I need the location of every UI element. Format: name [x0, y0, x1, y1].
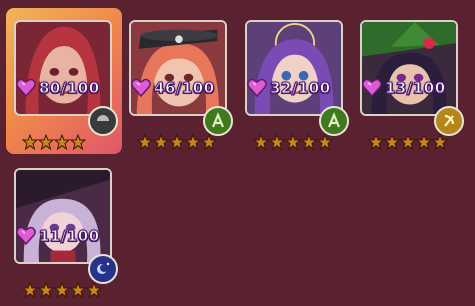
star-icon: [22, 282, 38, 298]
nature-class-icon: [203, 106, 233, 136]
star-icon: [38, 134, 54, 150]
heart-icon: [362, 78, 382, 98]
star-icon: [70, 282, 86, 298]
star-icon: [317, 134, 333, 150]
star-icon: [54, 282, 70, 298]
star-icon: [169, 134, 185, 150]
affection-meter: 80/100: [16, 77, 100, 99]
character-portrait: [360, 20, 458, 116]
portrait-art: [131, 22, 225, 114]
affection-value: 32/100: [270, 79, 331, 98]
portrait-art: [362, 22, 456, 114]
star-icon: [432, 134, 448, 150]
affection-meter: 46/100: [131, 77, 215, 99]
character-portrait: [245, 20, 343, 116]
star-rating: [253, 134, 333, 152]
star-icon: [368, 134, 384, 150]
affection-value: 46/100: [154, 79, 215, 98]
affection-value: 11/100: [39, 227, 100, 246]
portrait-art: [16, 170, 110, 262]
star-icon: [416, 134, 432, 150]
gold-class-icon: [434, 106, 464, 136]
star-icon: [38, 282, 54, 298]
affection-meter: 13/100: [362, 77, 446, 99]
star-icon: [301, 134, 317, 150]
portrait-art: [16, 22, 110, 114]
star-icon: [285, 134, 301, 150]
character-card[interactable]: 80/100: [6, 8, 124, 158]
star-rating: [137, 134, 217, 152]
star-icon: [201, 134, 217, 150]
character-card[interactable]: 13/100: [360, 10, 470, 158]
heart-icon: [247, 78, 267, 98]
star-icon: [185, 134, 201, 150]
character-portrait: [14, 168, 112, 264]
star-icon: [86, 282, 102, 298]
cosmic-class-icon: [88, 254, 118, 284]
character-card[interactable]: 32/100: [245, 10, 355, 158]
star-icon: [384, 134, 400, 150]
star-rating: [22, 134, 86, 152]
heart-icon: [131, 78, 151, 98]
star-icon: [54, 134, 70, 150]
character-portrait: [14, 20, 112, 116]
affection-meter: 11/100: [16, 225, 100, 247]
affection-value: 80/100: [39, 79, 100, 98]
character-card[interactable]: 11/100: [14, 158, 124, 306]
affection-meter: 32/100: [247, 77, 331, 99]
star-icon: [400, 134, 416, 150]
star-icon: [22, 134, 38, 150]
star-rating: [22, 282, 102, 300]
character-portrait: [129, 20, 227, 116]
star-icon: [269, 134, 285, 150]
dark-class-icon: [88, 106, 118, 136]
affection-value: 13/100: [385, 79, 446, 98]
heart-icon: [16, 226, 36, 246]
nature-class-icon: [319, 106, 349, 136]
star-icon: [253, 134, 269, 150]
star-icon: [70, 134, 86, 150]
star-icon: [153, 134, 169, 150]
star-icon: [137, 134, 153, 150]
star-rating: [368, 134, 448, 152]
heart-icon: [16, 78, 36, 98]
portrait-art: [247, 22, 341, 114]
character-card[interactable]: 46/100: [129, 10, 239, 158]
